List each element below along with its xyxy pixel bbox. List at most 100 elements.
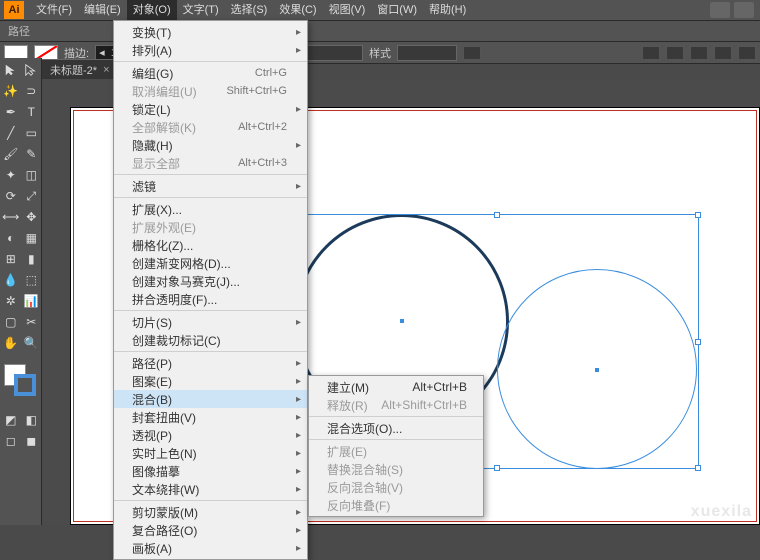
menu-item[interactable]: 建立(M)Alt+Ctrl+B (309, 378, 483, 396)
magic-wand-tool[interactable]: ✨ (1, 81, 21, 101)
menu-item[interactable]: 拼合透明度(F)... (114, 290, 307, 308)
gradient-mode-icon[interactable]: ◧ (22, 410, 42, 430)
symbol-sprayer-tool[interactable]: ✲ (1, 291, 21, 311)
menu-window[interactable]: 窗口(W) (371, 0, 423, 20)
eyedropper-tool[interactable]: 💧 (1, 270, 21, 290)
graph-tool[interactable]: 📊 (22, 291, 42, 311)
fill-stroke-swatches[interactable] (0, 362, 40, 402)
mesh-tool[interactable]: ⊞ (1, 249, 21, 269)
menu-item-label: 混合(B) (132, 391, 172, 408)
pen-tool[interactable]: ✒ (1, 102, 21, 122)
menu-edit[interactable]: 编辑(E) (78, 0, 127, 20)
width-tool[interactable]: ⟷ (1, 207, 21, 227)
path-label: 路径 (8, 23, 30, 39)
tab-title: 未标题-2* (50, 62, 97, 78)
slice-tool[interactable]: ✂ (22, 312, 42, 332)
menu-item[interactable]: 复合路径(O) (114, 521, 307, 539)
menu-item[interactable]: 创建裁切标记(C) (114, 331, 307, 349)
handle-n[interactable] (494, 212, 500, 218)
menu-item[interactable]: 封套扭曲(V) (114, 408, 307, 426)
menu-help[interactable]: 帮助(H) (423, 0, 472, 20)
blob-brush-tool[interactable]: ✦ (1, 165, 21, 185)
handle-ne[interactable] (695, 212, 701, 218)
menu-item[interactable]: 剪切蒙版(M) (114, 503, 307, 521)
handle-se[interactable] (695, 465, 701, 471)
menu-item[interactable]: 扩展(X)... (114, 200, 307, 218)
doc-setup-icon[interactable] (642, 46, 660, 60)
hand-tool[interactable]: ✋ (1, 333, 21, 353)
menu-item[interactable]: 变换(T) (114, 23, 307, 41)
lasso-tool[interactable]: ⊃ (22, 81, 42, 101)
menu-item[interactable]: 透视(P) (114, 426, 307, 444)
menu-type[interactable]: 文字(T) (177, 0, 225, 20)
menu-item[interactable]: 排列(A) (114, 41, 307, 59)
perspective-tool[interactable]: ▦ (22, 228, 42, 248)
paintbrush-tool[interactable]: 🖌 (1, 144, 21, 164)
menu-item-shortcut: Shift+Ctrl+G (226, 85, 287, 97)
menu-item[interactable]: 混合选项(O)... (309, 419, 483, 437)
menu-item[interactable]: 切片(S) (114, 313, 307, 331)
menu-view[interactable]: 视图(V) (323, 0, 372, 20)
menu-item[interactable]: 创建对象马赛克(J)... (114, 272, 307, 290)
align2-icon[interactable] (714, 46, 732, 60)
menu-item[interactable]: 栅格化(Z)... (114, 236, 307, 254)
gradient-tool[interactable]: ▮ (22, 249, 42, 269)
menu-effect[interactable]: 效果(C) (273, 0, 322, 20)
scale-tool[interactable]: ⤢ (22, 186, 42, 206)
pencil-tool[interactable]: ✎ (22, 144, 42, 164)
menu-item-label: 扩展(E) (327, 443, 367, 460)
menu-item-shortcut: Ctrl+G (255, 67, 287, 79)
transform-icon[interactable] (690, 46, 708, 60)
pref-icon[interactable] (666, 46, 684, 60)
screen-mode-icon[interactable]: ◻ (1, 431, 21, 451)
opacity-input[interactable] (303, 45, 363, 61)
app-logo: Ai (4, 1, 24, 19)
artboard-tool[interactable]: ▢ (1, 312, 21, 332)
align-icon[interactable] (463, 46, 481, 60)
menu-item[interactable]: 画板(A) (114, 539, 307, 557)
rotate-tool[interactable]: ⟳ (1, 186, 21, 206)
selection-tool[interactable] (1, 60, 21, 80)
menu-item[interactable]: 锁定(L) (114, 100, 307, 118)
handle-e[interactable] (695, 339, 701, 345)
menu-item[interactable]: 路径(P) (114, 354, 307, 372)
menu-item-label: 扩展(X)... (132, 201, 182, 218)
menu-item[interactable]: 隐藏(H) (114, 136, 307, 154)
menu-item[interactable]: 文本绕排(W) (114, 480, 307, 498)
menu-file[interactable]: 文件(F) (30, 0, 78, 20)
menu-item[interactable]: 创建渐变网格(D)... (114, 254, 307, 272)
shape-builder-tool[interactable]: ◐ (1, 228, 21, 248)
menu-item[interactable]: 滤镜 (114, 177, 307, 195)
direct-selection-tool[interactable] (22, 60, 42, 80)
line-tool[interactable]: ╱ (1, 123, 21, 143)
extra-icon[interactable] (738, 46, 756, 60)
menu-select[interactable]: 选择(S) (225, 0, 274, 20)
document-tab[interactable]: 未标题-2* × (42, 59, 118, 79)
menu-item[interactable]: 实时上色(N) (114, 444, 307, 462)
free-transform-tool[interactable]: ✥ (22, 207, 42, 227)
tab-close-icon[interactable]: × (103, 64, 109, 76)
draw-mode-icon[interactable]: ◼ (22, 431, 42, 451)
menu-item[interactable]: 编组(G)Ctrl+G (114, 64, 307, 82)
object-menu-dropdown: 变换(T)排列(A) 编组(G)Ctrl+G取消编组(U) Shift+Ctrl+G… (113, 20, 308, 560)
menu-item-label: 文本绕排(W) (132, 481, 199, 498)
menu-item-label: 取消编组(U) (132, 83, 197, 100)
rectangle-tool[interactable]: ▭ (22, 123, 42, 143)
arrange-icon[interactable] (734, 2, 754, 18)
menu-item-label: 栅格化(Z)... (132, 237, 193, 254)
handle-s[interactable] (494, 465, 500, 471)
menu-item-label: 透视(P) (132, 427, 172, 444)
workspace-icon[interactable] (710, 2, 730, 18)
zoom-tool[interactable]: 🔍 (22, 333, 42, 353)
menu-item[interactable]: 图案(E) (114, 372, 307, 390)
eraser-tool[interactable]: ◫ (22, 165, 42, 185)
style-dropdown[interactable] (397, 45, 457, 61)
color-mode-icon[interactable]: ◩ (1, 410, 21, 430)
menu-item-label: 反向堆叠(F) (327, 497, 390, 514)
type-tool[interactable]: T (22, 102, 42, 122)
blend-tool[interactable]: ⬚ (22, 270, 42, 290)
menu-object[interactable]: 对象(O) (127, 0, 177, 20)
menu-item[interactable]: 图像描摹 (114, 462, 307, 480)
menu-item[interactable]: 混合(B) (114, 390, 307, 408)
stroke-color[interactable] (14, 374, 36, 396)
